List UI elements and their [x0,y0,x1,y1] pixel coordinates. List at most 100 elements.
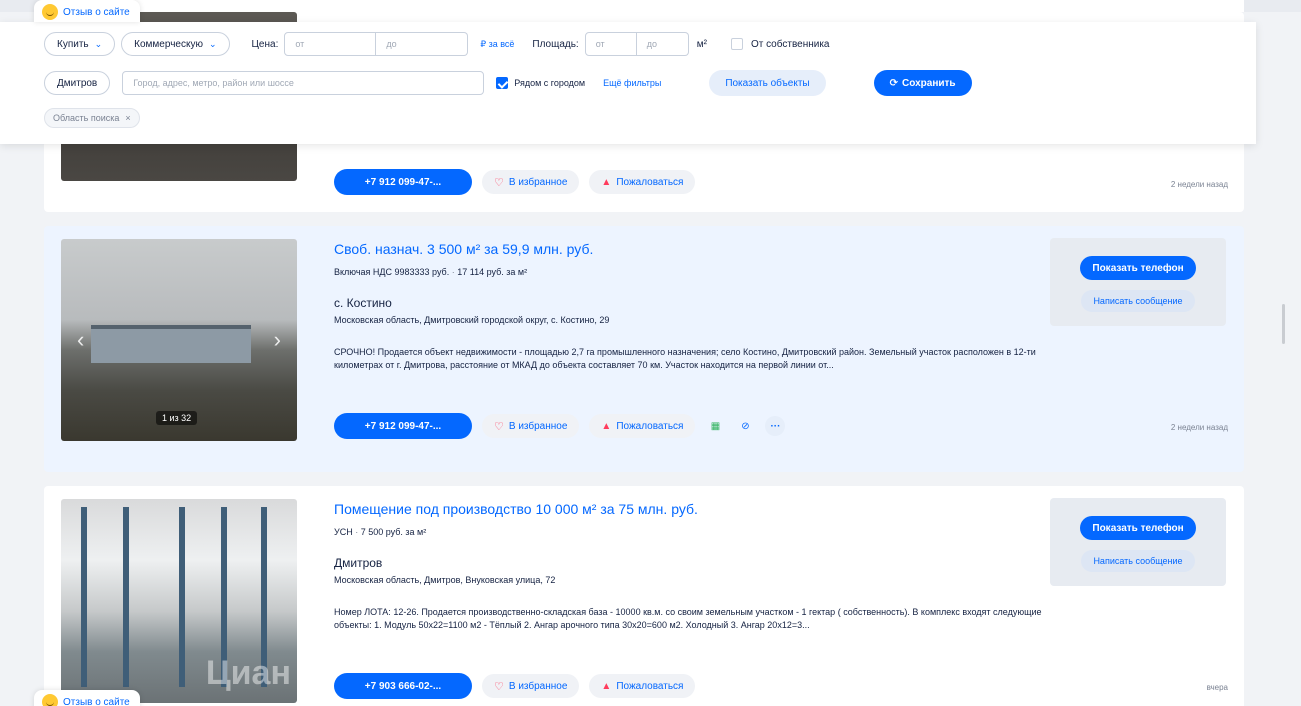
bell-icon: ⟳ [889,77,899,89]
close-icon[interactable]: × [125,113,130,123]
favorite-label-3: В избранное [508,680,568,692]
feedback-tab-top[interactable]: Отзыв о сайте [34,0,140,22]
area-unit: м² [696,38,707,50]
price-per-m-3: 7 500 руб. за м² [360,527,427,537]
photo-next-icon[interactable]: › [274,327,281,353]
warning-icon: ▲ [601,420,612,432]
city-select[interactable]: Дмитров [44,71,111,95]
chevron-down-icon: ⌄ [94,38,103,49]
feedback-label: Отзыв о сайте [63,6,130,18]
contact-box-2: Показать телефон Написать сообщение [1050,238,1226,326]
deal-type-select[interactable]: Купить ⌄ [44,32,116,56]
more-filters-link[interactable]: Ещё фильтры [603,78,661,88]
owner-checkbox[interactable] [730,38,743,50]
listing-date-1: 2 недели назад [1170,180,1228,189]
listing-location-3: Дмитров [334,556,383,570]
smile-icon [42,694,58,706]
listing-price-details-2: Включая НДС 9983333 руб. · 17 114 руб. з… [334,267,528,277]
building-shape [91,325,251,363]
listing-actions-3: +7 903 666-02-... ♡ В избранное ▲ Пожало… [334,673,696,699]
listing-card-3[interactable]: Циан Помещение под производство 10 000 м… [44,486,1244,706]
listing-actions-1: +7 912 099-47-... ♡ В избранное ▲ Пожало… [334,169,696,195]
document-icon[interactable]: ▦ [705,416,725,436]
listing-description-3: Номер ЛОТА: 12-26. Продается производств… [334,607,1042,630]
listing-date-2: 2 недели назад [1170,423,1228,432]
listing-price-details-3: УСН · 7 500 руб. за м² [334,527,427,537]
photo-counter: 1 из 32 [156,411,198,425]
feedback-label: Отзыв о сайте [63,696,130,706]
price-to-input[interactable]: до [376,32,469,56]
filter-row-location: Дмитров Город, адрес, метро, район или ш… [44,70,972,96]
listing-address-3[interactable]: Московская область, Дмитров, Внуковская … [334,575,555,585]
price-unit-link[interactable]: ₽ за всё [480,39,514,50]
favorite-button-1[interactable]: ♡ В избранное [482,170,580,194]
favorite-label-2: В избранное [508,420,568,432]
photo-prev-icon[interactable]: ‹ [77,327,84,353]
price-label: Цена: [251,38,279,50]
report-label-1: Пожаловаться [616,176,684,188]
filter-row-tags: Область поиска × [44,108,140,128]
listing-description-2: СРОЧНО! Продается объект недвижимости - … [334,347,1036,370]
save-search-button[interactable]: ⟳ Сохранить [873,70,972,96]
listing-title-2[interactable]: Своб. назнач. 3 500 м² за 59,9 млн. руб. [334,241,593,257]
top-edge-strip [0,0,1301,12]
report-button-2[interactable]: ▲ Пожаловаться [589,414,696,438]
near-city-checkbox[interactable] [496,77,509,89]
property-type-select[interactable]: Коммерческую ⌄ [121,32,230,56]
previous-card-edge [44,0,1244,12]
show-objects-button[interactable]: Показать объекты [709,70,826,96]
price-from-input[interactable]: от [284,32,377,56]
hide-icon[interactable]: ⊘ [735,416,755,436]
price-per-m-2: 17 114 руб. за м² [457,267,528,277]
phone-button-3[interactable]: +7 903 666-02-... [334,673,472,699]
price-details-3: УСН [334,527,353,537]
property-type-value: Коммерческую [134,38,203,50]
column-shape [123,507,129,687]
scrollbar-thumb[interactable] [1282,304,1285,344]
heart-icon: ♡ [494,420,504,433]
report-label-2: Пожаловаться [616,420,684,432]
photo-watermark: Циан [205,654,291,692]
near-city-label: Рядом с городом [514,78,586,88]
report-label-3: Пожаловаться [616,680,684,692]
search-input[interactable]: Город, адрес, метро, район или шоссе [122,71,485,95]
smile-icon [42,4,58,20]
report-button-1[interactable]: ▲ Пожаловаться [589,170,696,194]
listing-title-3[interactable]: Помещение под производство 10 000 м² за … [334,501,698,517]
phone-button-1[interactable]: +7 912 099-47-... [334,169,472,195]
write-message-button-3[interactable]: Написать сообщение [1081,550,1195,572]
save-search-label: Сохранить [902,77,956,89]
filter-bar: Купить ⌄ Коммерческую ⌄ Цена: от до ₽ за… [0,22,1256,144]
listing-actions-2: +7 912 099-47-... ♡ В избранное ▲ Пожало… [334,413,786,439]
listing-photo-2[interactable]: ‹ › 1 из 32 [61,239,297,441]
filter-row-main: Купить ⌄ Коммерческую ⌄ Цена: от до ₽ за… [44,32,830,56]
contact-box-3: Показать телефон Написать сообщение [1050,498,1226,586]
more-icon[interactable]: ··· [765,416,786,436]
area-label: Площадь: [532,38,579,50]
listing-card-2[interactable]: ‹ › 1 из 32 Своб. назнач. 3 500 м² за 59… [44,226,1244,472]
chevron-down-icon: ⌄ [208,38,217,49]
area-to-input[interactable]: до [636,32,689,56]
write-message-button-2[interactable]: Написать сообщение [1081,290,1195,312]
search-area-tag[interactable]: Область поиска × [44,108,140,128]
deal-type-value: Купить [57,38,89,50]
favorite-button-3[interactable]: ♡ В избранное [482,674,580,698]
listing-location-2: с. Костино [334,296,392,310]
show-phone-button-2[interactable]: Показать телефон [1080,256,1196,280]
heart-icon: ♡ [494,680,504,693]
search-area-tag-label: Область поиска [53,113,120,123]
area-from-input[interactable]: от [584,32,637,56]
owner-label: От собственника [750,38,830,50]
show-phone-button-3[interactable]: Показать телефон [1080,516,1196,540]
feedback-tab-bottom[interactable]: Отзыв о сайте [34,690,140,706]
warning-icon: ▲ [601,680,612,692]
listing-address-2[interactable]: Московская область, Дмитровский городско… [334,315,609,325]
listing-date-3: вчера [1206,683,1228,692]
report-button-3[interactable]: ▲ Пожаловаться [589,674,696,698]
price-details-2: Включая НДС 9983333 руб. [334,267,450,277]
listing-photo-3[interactable]: Циан [61,499,297,703]
warning-icon: ▲ [601,176,612,188]
favorite-button-2[interactable]: ♡ В избранное [482,414,580,438]
column-shape [81,507,87,687]
phone-button-2[interactable]: +7 912 099-47-... [334,413,472,439]
